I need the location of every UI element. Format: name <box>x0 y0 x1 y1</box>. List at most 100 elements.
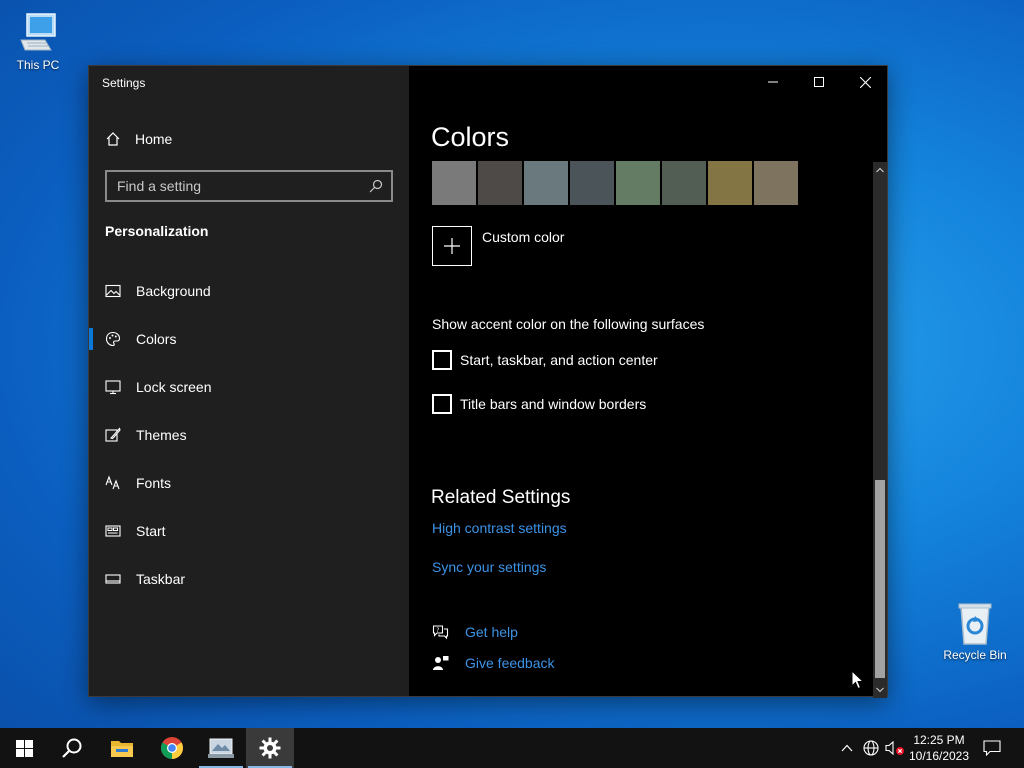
sidebar-item-themes[interactable]: Themes <box>89 415 409 455</box>
chrome-button[interactable] <box>148 728 196 768</box>
windows-logo-icon <box>15 739 33 757</box>
taskbar: 12:25 PM 10/16/2023 <box>0 728 1024 768</box>
color-swatch[interactable] <box>754 161 798 205</box>
checkbox-start-taskbar[interactable]: Start, taskbar, and action center <box>432 350 658 370</box>
home-icon <box>106 132 120 146</box>
palette-icon <box>105 331 121 347</box>
give-feedback-label: Give feedback <box>465 655 555 671</box>
settings-window: Settings Home Personalization Background <box>88 65 888 698</box>
file-explorer-button[interactable] <box>98 728 146 768</box>
home-label: Home <box>135 131 173 147</box>
monitor-icon <box>105 380 121 395</box>
clock-date: 10/16/2023 <box>908 749 970 763</box>
give-feedback-link[interactable]: Give feedback <box>432 655 555 671</box>
scrollbar[interactable] <box>873 162 887 698</box>
clock[interactable]: 12:25 PM 10/16/2023 <box>904 732 974 764</box>
mouse-cursor-icon <box>851 670 864 690</box>
scroll-thumb[interactable] <box>875 480 885 678</box>
color-swatch[interactable] <box>478 161 522 205</box>
sidebar-item-fonts[interactable]: Fonts <box>89 463 409 503</box>
color-swatch[interactable] <box>662 161 706 205</box>
content-pane: Colors Custom color Show accent color on… <box>409 66 888 698</box>
svg-text:?: ? <box>436 627 439 634</box>
sidebar-item-lock-screen[interactable]: Lock screen <box>89 367 409 407</box>
window-title: Settings <box>102 76 146 90</box>
minimize-button[interactable] <box>750 66 796 98</box>
sidebar-item-label: Colors <box>136 331 177 347</box>
this-pc-label: This PC <box>16 58 60 72</box>
checkbox-label: Title bars and window borders <box>460 396 647 412</box>
sidebar-item-colors[interactable]: Colors <box>89 319 409 359</box>
taskbar-search-button[interactable] <box>48 728 96 768</box>
plus-box[interactable] <box>432 226 472 266</box>
clock-time: 12:25 PM <box>913 733 965 747</box>
notification-icon <box>983 740 1001 756</box>
sidebar-item-start[interactable]: Start <box>89 511 409 551</box>
page-title: Colors <box>431 122 510 152</box>
checkbox-label: Start, taskbar, and action center <box>460 352 658 368</box>
settings-icon <box>259 737 281 759</box>
feedback-icon <box>433 656 449 670</box>
minimize-icon <box>768 81 778 83</box>
plus-icon <box>444 238 460 254</box>
color-swatch[interactable] <box>570 161 614 205</box>
get-help-label: Get help <box>465 624 518 640</box>
sidebar-item-label: Background <box>136 283 211 299</box>
close-button[interactable] <box>842 66 888 98</box>
search-input[interactable] <box>117 178 369 194</box>
font-icon <box>105 475 120 490</box>
sidebar-item-label: Fonts <box>136 475 172 491</box>
taskbar-icon <box>105 574 121 584</box>
volume-muted-icon <box>885 740 904 756</box>
search-icon <box>62 738 82 758</box>
sidebar: Settings Home Personalization Background <box>89 66 409 696</box>
action-center-button[interactable] <box>976 728 1008 768</box>
maximize-button[interactable] <box>796 66 842 98</box>
settings-taskbar-button[interactable] <box>246 728 294 768</box>
globe-icon <box>863 740 879 756</box>
sidebar-item-label: Start <box>136 523 166 539</box>
sync-settings-link[interactable]: Sync your settings <box>432 559 546 575</box>
sidebar-item-label: Lock screen <box>136 379 212 395</box>
network-button[interactable] <box>861 728 881 768</box>
color-swatch[interactable] <box>708 161 752 205</box>
volume-button[interactable] <box>884 728 906 768</box>
color-swatch-grid <box>432 161 800 205</box>
maximize-icon <box>814 77 824 87</box>
sidebar-item-label: Taskbar <box>136 571 186 587</box>
custom-color-label: Custom color <box>482 229 565 245</box>
related-settings-title: Related Settings <box>431 487 571 508</box>
color-swatch[interactable] <box>432 161 476 205</box>
sidebar-item-background[interactable]: Background <box>89 271 409 311</box>
home-nav-item[interactable]: Home <box>105 128 172 150</box>
chrome-icon <box>161 737 183 759</box>
file-explorer-icon <box>111 741 133 757</box>
scroll-up-button[interactable] <box>873 162 887 178</box>
checkbox[interactable] <box>432 394 452 414</box>
search-box[interactable] <box>105 170 393 202</box>
scroll-down-button[interactable] <box>873 682 887 698</box>
get-help-link[interactable]: ? Get help <box>432 624 518 640</box>
desktop-icon-this-pc[interactable]: This PC <box>0 10 76 72</box>
image-icon <box>105 284 121 298</box>
computer-icon <box>20 13 56 51</box>
checkbox[interactable] <box>432 350 452 370</box>
desktop-icon-recycle-bin[interactable]: Recycle Bin <box>937 602 1013 662</box>
color-swatch[interactable] <box>524 161 568 205</box>
high-contrast-link[interactable]: High contrast settings <box>432 520 567 536</box>
sidebar-item-label: Themes <box>136 427 187 443</box>
search-icon[interactable] <box>369 179 383 193</box>
recycle-bin-label: Recycle Bin <box>943 648 1007 662</box>
close-icon <box>859 76 871 88</box>
start-button[interactable] <box>0 728 48 768</box>
checkbox-title-bars[interactable]: Title bars and window borders <box>432 394 646 414</box>
custom-color-button[interactable]: Custom color <box>432 226 564 266</box>
sidebar-item-taskbar[interactable]: Taskbar <box>89 559 409 599</box>
app-icon <box>208 738 234 758</box>
color-swatch[interactable] <box>616 161 660 205</box>
surfaces-label: Show accent color on the following surfa… <box>432 316 705 332</box>
recycle-bin-icon <box>958 603 992 645</box>
chevron-up-icon <box>876 167 884 173</box>
app-button[interactable] <box>197 728 245 768</box>
show-hidden-icons-button[interactable] <box>838 728 856 768</box>
